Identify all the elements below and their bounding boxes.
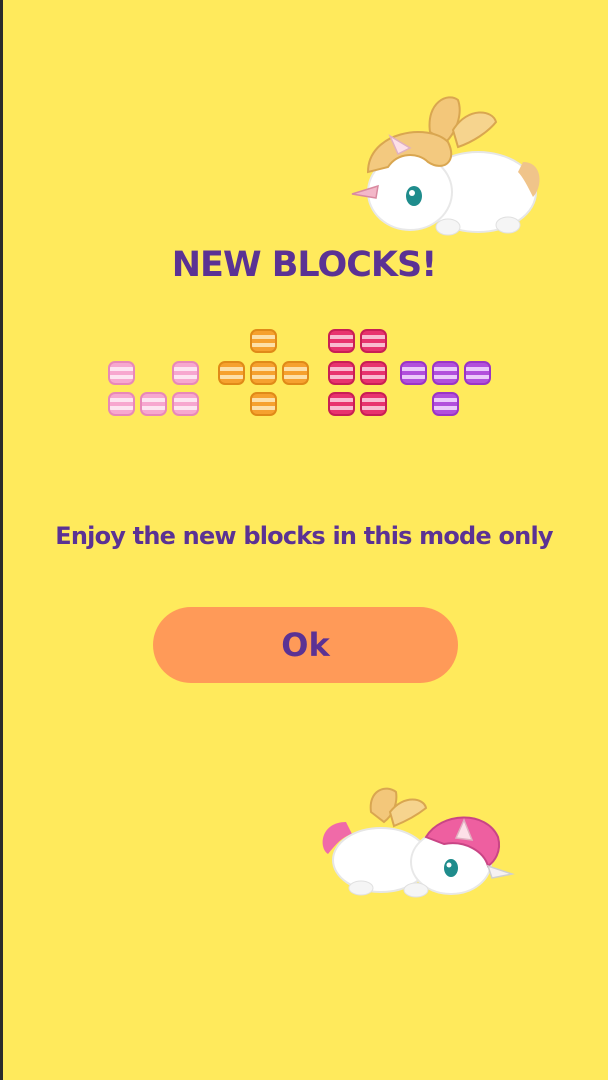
block-cell <box>360 361 387 385</box>
block-cell <box>328 361 355 385</box>
block-cell <box>250 392 277 416</box>
block-cell <box>172 361 199 385</box>
block-cell <box>250 361 277 385</box>
block-cell <box>328 392 355 416</box>
block-cell <box>432 361 459 385</box>
block-cell <box>218 361 245 385</box>
block-cell <box>282 361 309 385</box>
block-cell <box>140 392 167 416</box>
block-cell <box>464 361 491 385</box>
ok-button[interactable]: Ok <box>153 607 458 683</box>
block-cell <box>108 361 135 385</box>
ok-button-label: Ok <box>281 626 330 664</box>
block-cell <box>360 392 387 416</box>
unicorn-mascot-bottom <box>316 782 521 900</box>
dialog-title: NEW BLOCKS! <box>171 245 437 285</box>
block-cell <box>432 392 459 416</box>
block-cell <box>250 329 277 353</box>
block-cell <box>108 392 135 416</box>
block-cell <box>400 361 427 385</box>
block-cell <box>360 329 387 353</box>
block-cell <box>172 392 199 416</box>
unicorn-mascot-top <box>338 92 548 242</box>
dialog-subtitle: Enjoy the new blocks in this mode only <box>55 522 553 550</box>
block-cell <box>328 329 355 353</box>
